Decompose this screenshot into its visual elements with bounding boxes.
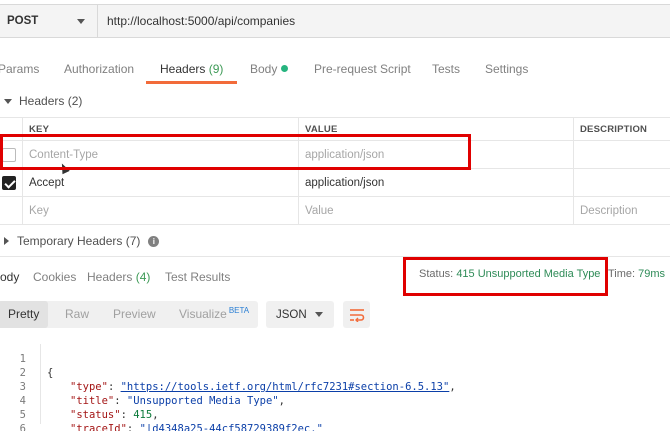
response-tab-test-results[interactable]: Test Results [165,270,230,284]
view-raw-button[interactable]: Raw [65,307,89,321]
headers-section-toggle[interactable]: Headers (2) [0,89,670,113]
format-label: JSON [276,308,307,321]
format-select[interactable]: JSON [266,301,334,328]
header-value-cell[interactable]: application/json [298,169,573,196]
response-time: Time: 79ms [608,268,666,280]
body-indicator-dot [281,65,289,73]
view-visualize-button[interactable]: Visualize BETA [179,306,250,321]
code-line: 4 "status": 415, [19,395,159,421]
new-description-input[interactable]: Description [573,197,670,224]
active-tab-indicator [146,81,237,84]
table-row: Accept application/json [0,169,670,197]
code-line: 5 "traceId": "|d4348a25-44cf58729389f2ec… [19,409,323,431]
tab-headers[interactable]: Headers (9) [160,62,223,76]
response-view-bar: Pretty Raw Preview Visualize BETA JSON [0,300,670,328]
header-description-cell[interactable] [573,169,670,196]
temporary-headers-toggle[interactable]: Temporary Headers (7) i [0,230,670,252]
tab-authorization[interactable]: Authorization [64,62,134,76]
row-checkbox[interactable] [2,175,16,190]
chevron-down-icon [315,312,323,317]
url-input[interactable]: http://localhost:5000/api/companies [98,4,670,38]
table-row-new: Key Value Description [0,197,670,225]
wrap-lines-icon [349,308,364,322]
tab-params[interactable]: Params [0,62,39,76]
header-description-cell[interactable] [573,141,670,168]
caret-down-icon [4,98,12,104]
new-value-input[interactable]: Value [298,197,573,224]
request-bar: POST http://localhost:5000/api/companies [0,0,670,44]
method-select[interactable]: POST [0,4,98,38]
new-key-input[interactable]: Key [22,197,298,224]
row-checkbox-cell [0,197,22,224]
view-pretty-button[interactable]: Pretty [8,307,39,321]
response-tab-headers[interactable]: Headers (4) [87,270,150,284]
info-icon[interactable]: i [148,235,160,247]
row-checkbox-cell [0,169,22,196]
url-text: http://localhost:5000/api/companies [107,14,296,28]
code-line: 1 { [19,353,54,379]
response-tab-body[interactable]: Body [0,270,19,284]
caret-right-icon [4,237,9,245]
tab-settings[interactable]: Settings [485,62,528,76]
headers-count: (9) [208,62,224,76]
chevron-down-icon [77,19,85,24]
method-label: POST [7,15,39,27]
code-line: 6 } [19,423,26,431]
code-line: 3 "title": "Unsupported Media Type", [19,381,285,407]
headers-section-count: (2) [67,94,83,108]
time-value: 79ms [638,268,666,280]
code-line: 2 "type": "https://tools.ietf.org/html/r… [19,367,456,393]
column-header-description: DESCRIPTION [573,118,670,140]
headers-section-title: Headers [19,94,65,108]
annotation-highlight-status [403,257,608,296]
response-headers-count: (4) [135,270,151,284]
temporary-headers-count: (7) [125,234,141,248]
view-preview-button[interactable]: Preview [113,307,156,321]
beta-badge: BETA [228,306,250,315]
tab-tests[interactable]: Tests [432,62,460,76]
temporary-headers-title: Temporary Headers [17,234,123,248]
tab-pre-request-script[interactable]: Pre-request Script [314,62,411,76]
wrap-lines-button[interactable] [343,301,370,328]
response-body-code[interactable]: 1 { 2 "type": "https://tools.ietf.org/ht… [0,336,670,431]
request-tabs: Params Authorization Headers (9) Body Pr… [0,52,670,86]
tab-body[interactable]: Body [250,62,289,76]
response-tab-cookies[interactable]: Cookies [33,270,76,284]
annotation-highlight-content-type [0,134,471,170]
